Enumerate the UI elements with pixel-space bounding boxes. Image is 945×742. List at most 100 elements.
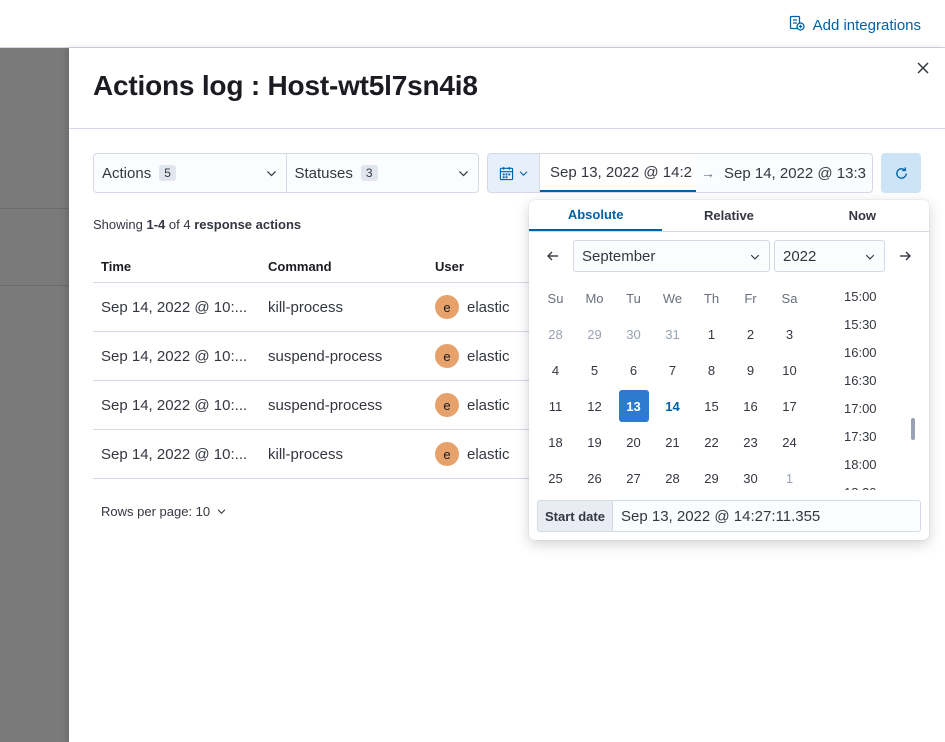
calendar-day[interactable]: 4 <box>536 363 575 378</box>
time-option[interactable]: 16:00 <box>814 338 920 366</box>
weekday-label: Mo <box>585 290 604 306</box>
column-header-time[interactable]: Time <box>93 259 260 274</box>
calendar-week: 4 5 6 7 8 9 10 <box>536 352 809 388</box>
calendar-day[interactable]: 11 <box>536 399 575 414</box>
calendar-day[interactable]: 3 <box>770 327 809 342</box>
filter-group: Actions 5 Statuses 3 <box>93 153 479 193</box>
time-list-scrollbar[interactable] <box>911 418 915 440</box>
calendar-day[interactable]: 21 <box>653 435 692 450</box>
calendar-day[interactable]: 14 <box>653 399 692 414</box>
user-cell: e elastic <box>427 393 533 417</box>
calendar-day-number: 26 <box>587 470 602 486</box>
calendar-day[interactable]: 5 <box>575 363 614 378</box>
overlay-divider <box>0 285 69 286</box>
calendar-day[interactable]: 10 <box>770 363 809 378</box>
calendar-week: 18 19 20 21 22 23 24 <box>536 424 809 460</box>
weekday-label: Su <box>547 290 564 306</box>
calendar-day-number: 16 <box>743 398 758 414</box>
time-cell: Sep 14, 2022 @ 10:... <box>101 445 248 463</box>
time-option[interactable]: 17:30 <box>814 422 920 450</box>
calendar-day[interactable]: 26 <box>575 471 614 486</box>
column-header-command[interactable]: Command <box>260 259 427 274</box>
start-date-button[interactable]: Sep 13, 2022 @ 14:2 <box>540 154 696 192</box>
weekday-label: Th <box>703 290 720 306</box>
start-date-input[interactable] <box>613 501 920 531</box>
time-option[interactable]: 18:00 <box>814 450 920 478</box>
statuses-filter-label: Statuses <box>294 164 353 182</box>
calendar-day[interactable]: 19 <box>575 435 614 450</box>
time-option[interactable]: 18:30 <box>814 478 920 491</box>
column-header-user[interactable]: User <box>427 259 533 274</box>
calendar-day[interactable]: 30 <box>614 327 653 342</box>
modal-overlay[interactable] <box>0 48 69 742</box>
calendar-day[interactable]: 1 <box>692 327 731 342</box>
tab-now[interactable]: Now <box>796 200 929 231</box>
calendar-day[interactable]: 9 <box>731 363 770 378</box>
summary-prefix: Showing <box>93 217 143 232</box>
arrow-right-icon[interactable] <box>897 248 913 264</box>
calendar-day[interactable]: 12 <box>575 399 614 414</box>
calendar-day[interactable]: 18 <box>536 435 575 450</box>
table-row[interactable]: Sep 14, 2022 @ 10:... kill-process e elas… <box>93 283 533 332</box>
calendar-day[interactable]: 7 <box>653 363 692 378</box>
month-navigation: September 2022 <box>537 240 921 272</box>
calendar-day[interactable]: 1 <box>770 471 809 486</box>
calendar-day[interactable]: 15 <box>692 399 731 414</box>
avatar: e <box>435 442 459 466</box>
calendar-day[interactable]: 29 <box>692 471 731 486</box>
user-name: elastic <box>467 347 510 365</box>
user-name: elastic <box>467 396 510 414</box>
calendar-day-number: 8 <box>707 362 716 378</box>
month-select[interactable]: September <box>573 240 770 272</box>
calendar-day[interactable]: 31 <box>653 327 692 342</box>
year-select[interactable]: 2022 <box>774 240 885 272</box>
calendar-day[interactable]: 24 <box>770 435 809 450</box>
calendar-day[interactable]: 17 <box>770 399 809 414</box>
calendar-day[interactable]: 13 <box>614 390 653 422</box>
calendar-day-number: 4 <box>551 362 560 378</box>
arrow-left-icon[interactable] <box>545 248 561 264</box>
actions-filter-label: Actions <box>102 164 152 182</box>
table-row[interactable]: Sep 14, 2022 @ 10:... kill-process e elas… <box>93 430 533 479</box>
page-title: Actions log : Host-wt5l7sn4i8 <box>93 70 478 101</box>
statuses-filter-button[interactable]: Statuses 3 <box>285 154 479 192</box>
calendar-day[interactable]: 2 <box>731 327 770 342</box>
calendar-day[interactable]: 22 <box>692 435 731 450</box>
calendar-day[interactable]: 6 <box>614 363 653 378</box>
actions-filter-button[interactable]: Actions 5 <box>94 154 286 192</box>
avatar: e <box>435 344 459 368</box>
refresh-button[interactable] <box>881 153 921 193</box>
calendar-day[interactable]: 28 <box>536 327 575 342</box>
calendar-day-number: 7 <box>668 362 677 378</box>
weekday-label: Sa <box>781 290 798 306</box>
time-cell: Sep 14, 2022 @ 10:... <box>101 347 248 365</box>
calendar-day[interactable]: 27 <box>614 471 653 486</box>
avatar: e <box>435 295 459 319</box>
table-row[interactable]: Sep 14, 2022 @ 10:... suspend-process ee… <box>93 381 533 430</box>
calendar-day[interactable]: 28 <box>653 471 692 486</box>
calendar-day[interactable]: 30 <box>731 471 770 486</box>
time-option[interactable]: 16:30 <box>814 366 920 394</box>
rows-per-page-label: Rows per page: 10 <box>101 504 211 519</box>
calendar-day-number: 30 <box>743 470 758 486</box>
calendar-day[interactable]: 20 <box>614 435 653 450</box>
time-option[interactable]: 15:00 <box>814 282 920 310</box>
time-list[interactable]: 15:0015:3016:0016:3017:0017:3018:0018:30 <box>814 282 920 491</box>
calendar-day[interactable]: 16 <box>731 399 770 414</box>
close-icon[interactable] <box>915 60 931 76</box>
quick-select-button[interactable] <box>488 154 540 192</box>
end-date-button[interactable]: Sep 14, 2022 @ 13:3 <box>720 154 872 192</box>
calendar-day[interactable]: 8 <box>692 363 731 378</box>
calendar-day[interactable]: 29 <box>575 327 614 342</box>
time-option[interactable]: 17:00 <box>814 394 920 422</box>
rows-per-page-button[interactable]: Rows per page: 10 <box>101 504 227 519</box>
add-integrations-link[interactable]: Add integrations <box>789 15 921 35</box>
time-option[interactable]: 15:30 <box>814 310 920 338</box>
tab-absolute[interactable]: Absolute <box>529 200 663 231</box>
table-row[interactable]: Sep 14, 2022 @ 10:... suspend-process ee… <box>93 332 533 381</box>
user-cell: e elastic <box>427 442 533 466</box>
tab-relative[interactable]: Relative <box>662 200 795 231</box>
calendar-day[interactable]: 23 <box>731 435 770 450</box>
calendar-day[interactable]: 25 <box>536 471 575 486</box>
calendar-day-number: 13 <box>618 390 649 422</box>
